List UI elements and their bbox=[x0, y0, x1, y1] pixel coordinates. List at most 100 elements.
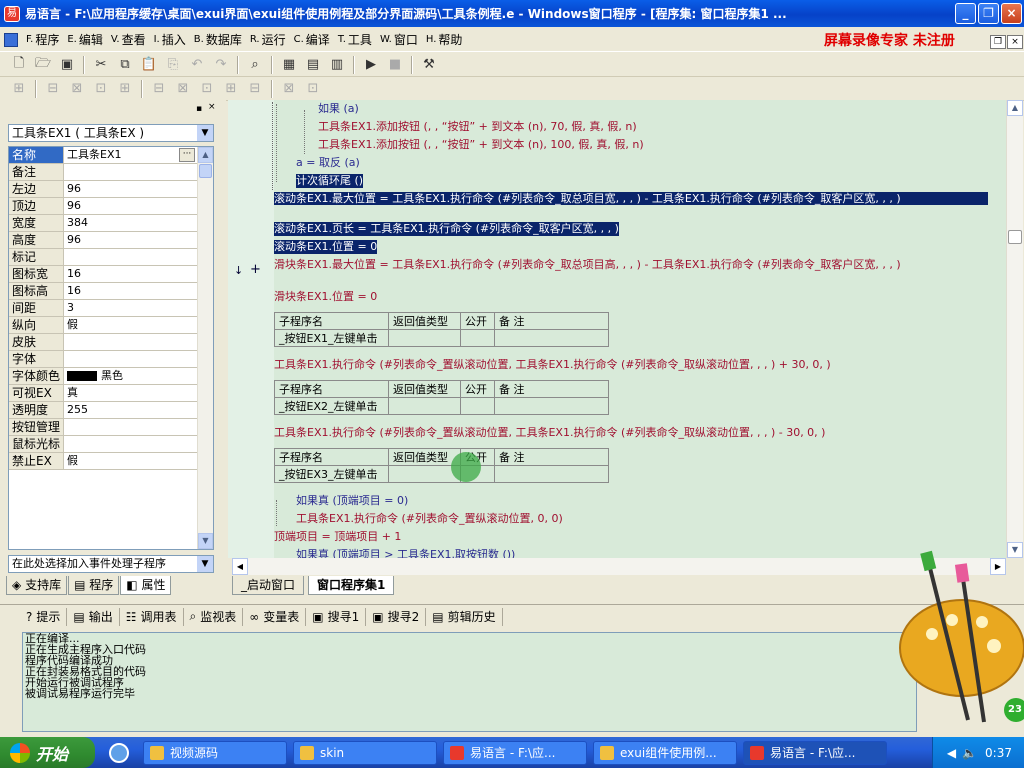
menu-edit[interactable]: E. 编辑 bbox=[63, 31, 107, 48]
prop-value[interactable]: 真 bbox=[67, 385, 197, 401]
menu-window[interactable]: W. 窗口 bbox=[376, 31, 422, 48]
prop-value[interactable] bbox=[67, 351, 197, 367]
tab-output[interactable]: ▤ 输出 bbox=[67, 607, 120, 626]
code-line[interactable]: 滚动条EX1.最大位置 = 工具条EX1.执行命令 (#列表命令_取总项目宽, … bbox=[274, 192, 988, 205]
task-skin[interactable]: skin bbox=[293, 740, 437, 765]
panel-close-icon[interactable]: × bbox=[208, 102, 216, 112]
scroll-thumb[interactable] bbox=[1008, 230, 1022, 244]
tab-library[interactable]: ◈ 支持库 bbox=[6, 576, 68, 595]
space-v-icon[interactable]: ⊟ bbox=[244, 79, 266, 99]
editor-hscrollbar[interactable]: ◀ ▶ bbox=[232, 558, 1006, 575]
layout-1-icon[interactable]: ▦ bbox=[278, 55, 300, 75]
prop-row[interactable]: 图标宽 16 bbox=[9, 266, 197, 283]
code-line[interactable]: 滑块条EX1.位置 = 0 bbox=[274, 290, 377, 304]
sub-row[interactable]: _按钮EX3_左键单击 bbox=[274, 465, 609, 483]
menu-help[interactable]: H. 帮助 bbox=[422, 31, 467, 48]
prop-row[interactable]: 鼠标光标 bbox=[9, 436, 197, 453]
prop-row[interactable]: 皮肤 bbox=[9, 334, 197, 351]
prop-value[interactable] bbox=[67, 419, 197, 435]
new-file-icon[interactable]: 🗋 bbox=[8, 55, 30, 75]
menu-run[interactable]: R. 运行 bbox=[246, 31, 290, 48]
sub-public[interactable] bbox=[460, 329, 495, 347]
prop-value[interactable]: 384 bbox=[67, 215, 197, 231]
sub-note[interactable] bbox=[494, 329, 609, 347]
prop-row[interactable]: 顶边 96 bbox=[9, 198, 197, 215]
code-line[interactable]: 滚动条EX1.页长 = 工具条EX1.执行命令 (#列表命令_取客户区宽, , … bbox=[274, 222, 619, 236]
prop-row[interactable]: 字体 bbox=[9, 351, 197, 368]
copy-icon[interactable]: ⧉ bbox=[114, 55, 136, 75]
prop-row[interactable]: 名称 工具条EX1 ··· bbox=[9, 147, 197, 164]
tab-startup-window[interactable]: _启动窗口 bbox=[232, 576, 305, 595]
tab-variables[interactable]: ∞ 变量表 bbox=[243, 607, 307, 626]
close-button[interactable]: × bbox=[1001, 3, 1022, 24]
tab-watch[interactable]: ⌕ 监视表 bbox=[184, 607, 244, 626]
prop-value[interactable]: 黑色 bbox=[67, 368, 197, 384]
mdi-restore-button[interactable]: ❐ bbox=[990, 35, 1006, 49]
sub-ret[interactable] bbox=[388, 329, 461, 347]
sub-public[interactable] bbox=[460, 397, 495, 415]
save-icon[interactable]: ▣ bbox=[56, 55, 78, 75]
prop-value[interactable] bbox=[67, 436, 197, 452]
prop-row[interactable]: 字体颜色 黑色 bbox=[9, 368, 197, 385]
mdi-close-button[interactable]: × bbox=[1007, 35, 1023, 49]
prop-value[interactable]: 255 bbox=[67, 402, 197, 418]
tab-search1[interactable]: ▣ 搜寻1 bbox=[306, 607, 367, 626]
title-bar[interactable]: 易 易语言 - F:\应用程序缓存\桌面\exui界面\exui组件使用例程及部… bbox=[0, 0, 1024, 27]
task-exui-folder[interactable]: exui组件使用例... bbox=[593, 740, 737, 765]
code-line[interactable]: 滚动条EX1.位置 = 0 bbox=[274, 240, 378, 254]
prop-row[interactable]: 图标高 16 bbox=[9, 283, 197, 300]
scroll-down-icon[interactable]: ▼ bbox=[198, 533, 213, 549]
code-line[interactable]: 工具条EX1.执行命令 (#列表命令_置纵滚动位置, 0, 0) bbox=[296, 512, 563, 526]
tab-program[interactable]: ▤ 程序 bbox=[68, 576, 120, 595]
prop-row[interactable]: 纵向假 bbox=[9, 317, 197, 334]
event-select[interactable]: 在此处选择加入事件处理子程序 ▼ bbox=[8, 555, 214, 573]
prop-value[interactable]: 96 bbox=[67, 232, 197, 248]
prop-value[interactable]: 96 bbox=[67, 181, 197, 197]
prop-row[interactable]: 宽度 384 bbox=[9, 215, 197, 232]
output-pane[interactable]: 正在编译... 正在生成主程序入口代码 程序代码编译成功 正在封装易格式目的代码… bbox=[22, 632, 917, 732]
sub-name[interactable]: _按钮EX3_左键单击 bbox=[274, 465, 389, 483]
mdi-document-icon[interactable] bbox=[4, 32, 18, 47]
sub-ret[interactable] bbox=[388, 465, 461, 483]
volume-icon[interactable]: 🔈 bbox=[962, 746, 977, 760]
chevron-down-icon[interactable]: ▼ bbox=[197, 125, 213, 141]
prop-value[interactable] bbox=[67, 334, 197, 350]
ie-quicklaunch-icon[interactable] bbox=[109, 742, 129, 763]
tab-window-module[interactable]: 窗口程序集1 bbox=[308, 576, 395, 595]
scroll-up-icon[interactable]: ▲ bbox=[1007, 100, 1023, 116]
menu-program[interactable]: F. 程序 bbox=[22, 31, 63, 48]
sub-note[interactable] bbox=[494, 465, 609, 483]
prop-value[interactable] bbox=[67, 249, 197, 265]
prop-value[interactable]: 工具条EX1 bbox=[67, 147, 197, 163]
code-line[interactable]: 工具条EX1.执行命令 (#列表命令_置纵滚动位置, 工具条EX1.执行命令 (… bbox=[274, 358, 831, 372]
same-height-icon[interactable]: ⊠ bbox=[172, 79, 194, 99]
layout-2-icon[interactable]: ▤ bbox=[302, 55, 324, 75]
editor-gutter[interactable]: ↓ + bbox=[228, 100, 274, 558]
align-right-icon[interactable]: ⊡ bbox=[90, 79, 112, 99]
code-line[interactable]: 滑块条EX1.最大位置 = 工具条EX1.执行命令 (#列表命令_取总项目高, … bbox=[274, 258, 988, 271]
sub-ret[interactable] bbox=[388, 397, 461, 415]
ellipsis-button[interactable]: ··· bbox=[179, 148, 195, 162]
run-icon[interactable]: ▶ bbox=[360, 55, 382, 75]
code-line[interactable]: 顶端项目 = 顶端项目 + 1 bbox=[274, 530, 401, 544]
center-v-icon[interactable]: ⊡ bbox=[302, 79, 324, 99]
open-folder-icon[interactable]: 🗁 bbox=[32, 55, 54, 75]
layout-3-icon[interactable]: ▥ bbox=[326, 55, 348, 75]
property-scrollbar[interactable]: ▲ ▼ bbox=[197, 147, 213, 549]
menu-database[interactable]: B. 数据库 bbox=[190, 31, 246, 48]
code-line[interactable]: 工具条EX1.添加按钮 (, , “按钮” + 到文本 (n), 100, 假,… bbox=[318, 138, 644, 152]
chevron-down-icon[interactable]: ▼ bbox=[197, 556, 213, 572]
code-line[interactable]: 工具条EX1.添加按钮 (, , “按钮” + 到文本 (n), 70, 假, … bbox=[318, 120, 637, 134]
task-eyuyan-2[interactable]: 易语言 - F:\应... bbox=[743, 740, 887, 765]
find-replace-icon[interactable]: ⎘ bbox=[162, 55, 184, 75]
code-line[interactable]: a = 取反 (a) bbox=[296, 156, 360, 170]
component-select[interactable]: 工具条EX1 ( 工具条EX ) ▼ bbox=[8, 124, 214, 142]
tab-call-stack[interactable]: ☷ 调用表 bbox=[120, 607, 184, 626]
sub-name[interactable]: _按钮EX2_左键单击 bbox=[274, 397, 389, 415]
tab-clip-history[interactable]: ▤ 剪辑历史 bbox=[426, 607, 503, 626]
stop-icon[interactable]: ■ bbox=[384, 55, 406, 75]
prop-row[interactable]: 左边 96 bbox=[9, 181, 197, 198]
menu-insert[interactable]: I. 插入 bbox=[150, 31, 190, 48]
prop-value[interactable]: 假 bbox=[67, 453, 197, 469]
menu-compile[interactable]: C. 编译 bbox=[290, 31, 334, 48]
